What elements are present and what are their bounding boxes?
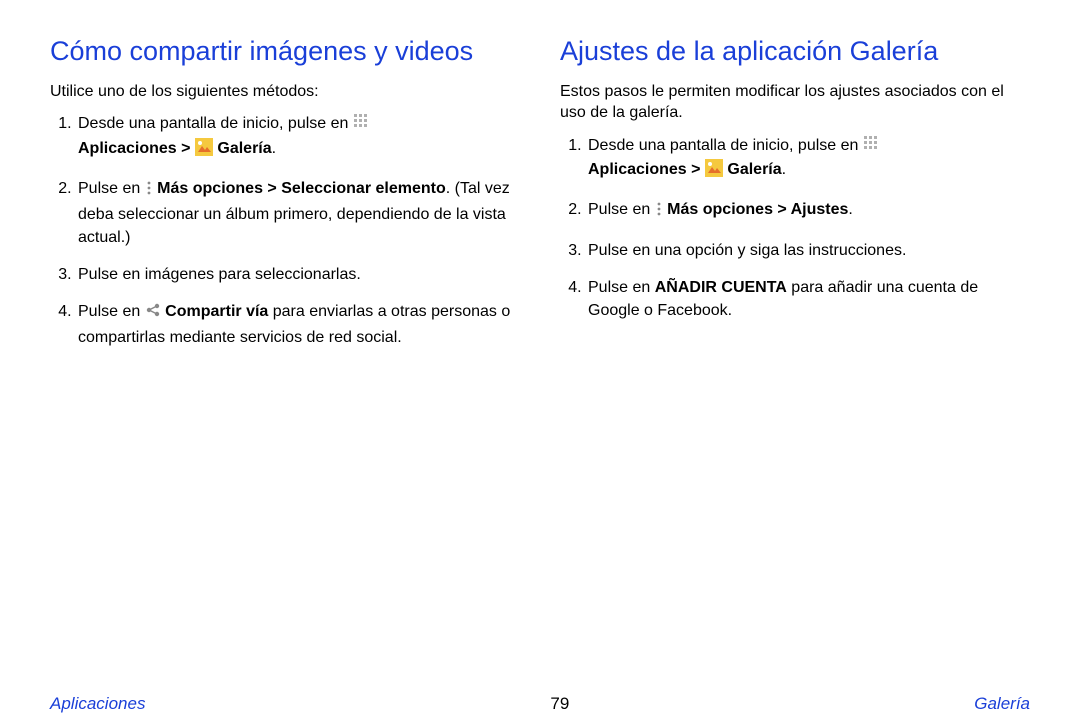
heading-settings: Ajustes de la aplicación Galería [560,35,1030,69]
left-column: Cómo compartir imágenes y videos Utilice… [50,35,520,680]
text-bold: Galería [217,140,271,157]
apps-grid-icon [863,135,879,158]
footer-right: Galería [974,694,1030,714]
text: . [848,201,852,218]
text-bold: AÑADIR CUENTA [655,279,787,296]
right-step-3: Pulse en una opción y siga las instrucci… [586,239,1030,262]
text: Pulse en [588,279,655,296]
right-step-4: Pulse en AÑADIR CUENTA para añadir una c… [586,276,1030,322]
text: Pulse en [78,180,145,197]
left-step-4: Pulse en Compartir vía para enviarlas a … [76,300,520,348]
page-number: 79 [550,694,569,714]
right-step-2: Pulse en Más opciones > Ajustes. [586,198,1030,224]
more-options-icon [655,201,663,224]
intro-left: Utilice uno de los siguientes métodos: [50,81,520,103]
left-step-3: Pulse en imágenes para seleccionarlas. [76,263,520,286]
heading-share: Cómo compartir imágenes y videos [50,35,520,69]
right-step-1: Desde una pantalla de inicio, pulse en A… [586,134,1030,184]
page-footer: Aplicaciones 79 Galería [0,688,1080,720]
footer-left: Aplicaciones [50,694,145,714]
text-bold: Aplicaciones > [78,140,195,157]
page-body: Cómo compartir imágenes y videos Utilice… [0,0,1080,680]
apps-grid-icon [353,113,369,136]
gallery-icon [195,138,213,163]
share-icon [145,302,161,325]
text: Desde una pantalla de inicio, pulse en [78,115,353,132]
intro-right: Estos pasos le permiten modificar los aj… [560,81,1030,124]
left-step-2: Pulse en Más opciones > Seleccionar elem… [76,177,520,250]
text: Desde una pantalla de inicio, pulse en [588,137,863,154]
text-bold: Aplicaciones > [588,161,705,178]
gallery-icon [705,159,723,184]
text: Pulse en [588,201,655,218]
text-bold: Galería [727,161,781,178]
more-options-icon [145,180,153,203]
text: . [782,161,786,178]
text-bold: Compartir vía [165,303,268,320]
text: . [272,140,276,157]
text: Pulse en [78,303,145,320]
text-bold: Más opciones > Ajustes [667,201,848,218]
left-step-1: Desde una pantalla de inicio, pulse en A… [76,112,520,162]
text-bold: Más opciones > Seleccionar elemento [157,180,446,197]
right-column: Ajustes de la aplicación Galería Estos p… [560,35,1030,680]
